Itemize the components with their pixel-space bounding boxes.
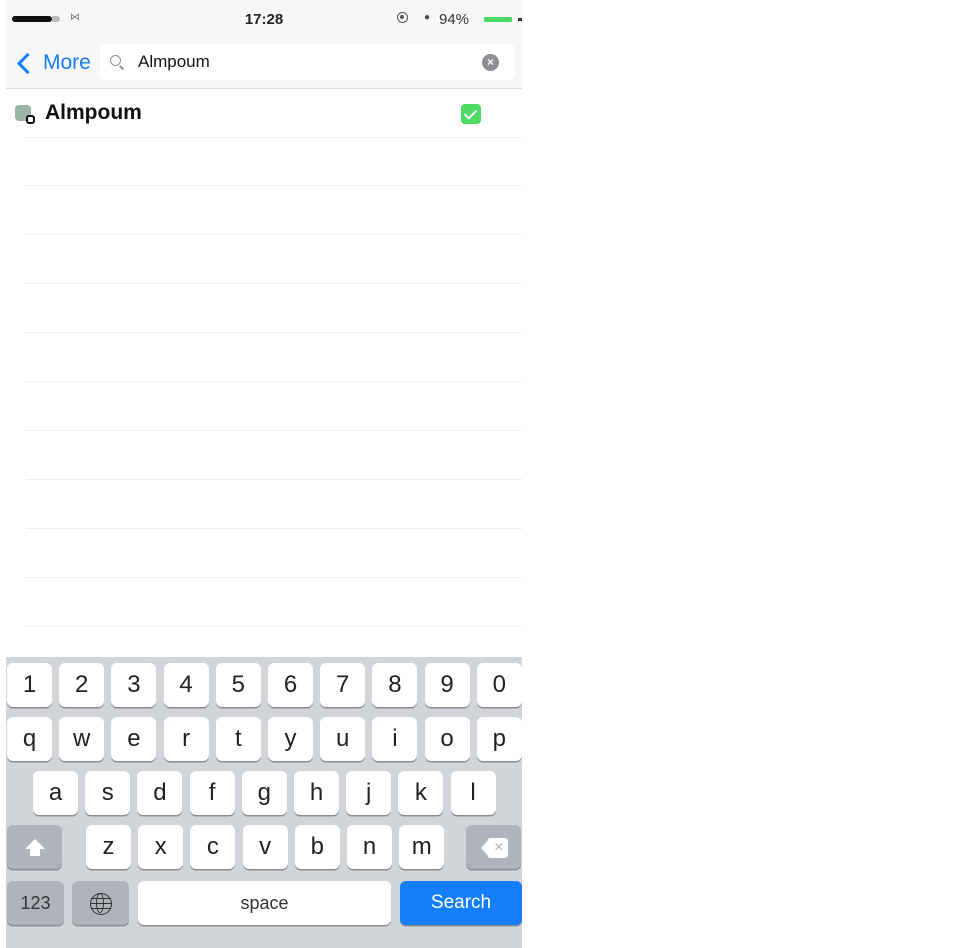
- search-icon: [110, 55, 124, 69]
- key-a[interactable]: a: [33, 771, 78, 815]
- globe-icon: [89, 892, 112, 915]
- key-v[interactable]: v: [242, 825, 288, 869]
- checkbox-checked-icon[interactable]: [461, 104, 481, 124]
- key-9[interactable]: 9: [424, 663, 470, 707]
- key-m[interactable]: m: [399, 825, 445, 869]
- key-b[interactable]: b: [294, 825, 340, 869]
- key-z[interactable]: z: [86, 825, 131, 869]
- key-k[interactable]: k: [398, 771, 444, 815]
- key-r[interactable]: r: [163, 717, 209, 761]
- key-1[interactable]: 1: [7, 663, 52, 707]
- key-w[interactable]: w: [59, 717, 105, 761]
- delete-icon: ×: [480, 837, 508, 858]
- shift-icon: [24, 838, 46, 857]
- delete-key[interactable]: ×: [466, 825, 521, 869]
- clear-search-button[interactable]: ×: [482, 54, 499, 71]
- phone-screen: ⋈ 17:28 ● 94% More × Almpoum 1234567890q…: [6, 0, 522, 948]
- battery-icon: [484, 17, 512, 22]
- location-icon: ●: [424, 12, 431, 23]
- empty-list-row: [26, 431, 522, 480]
- numbers-key[interactable]: 123: [7, 881, 64, 925]
- empty-list-row: [26, 186, 522, 235]
- status-bar: ⋈ 17:28 ● 94%: [6, 0, 522, 40]
- keyboard: 1 2 3 4 5 6 7 8 9 0 q w e r t y u i o p a s d f g h j k l z x c v b n m × 123…: [6, 657, 522, 948]
- delete-x-glyph: ×: [494, 838, 504, 856]
- space-key[interactable]: space: [138, 881, 391, 925]
- key-f[interactable]: f: [189, 771, 235, 815]
- shift-key[interactable]: [7, 825, 62, 869]
- empty-list-row: [26, 284, 522, 333]
- key-4[interactable]: 4: [163, 663, 209, 707]
- key-6[interactable]: 6: [268, 663, 313, 707]
- key-d[interactable]: d: [137, 771, 183, 815]
- nav-bar: More ×: [6, 40, 522, 89]
- key-3[interactable]: 3: [111, 663, 157, 707]
- search-input[interactable]: [138, 52, 438, 72]
- list-item[interactable]: Almpoum: [6, 89, 522, 138]
- key-l[interactable]: l: [450, 771, 496, 815]
- key-8[interactable]: 8: [372, 663, 418, 707]
- key-0[interactable]: 0: [476, 663, 522, 707]
- key-q[interactable]: q: [7, 717, 52, 761]
- key-7[interactable]: 7: [320, 663, 366, 707]
- back-button[interactable]: More: [14, 48, 91, 78]
- battery-percent: 94%: [439, 11, 470, 28]
- app-badge-icon: [26, 115, 35, 124]
- key-5[interactable]: 5: [215, 663, 261, 707]
- battery-tip: [518, 18, 522, 21]
- key-t[interactable]: t: [215, 717, 261, 761]
- search-key[interactable]: Search: [400, 881, 522, 925]
- search-field[interactable]: ×: [100, 44, 515, 80]
- empty-list-row: [26, 137, 522, 186]
- empty-list-row: [26, 333, 522, 382]
- key-i[interactable]: i: [372, 717, 418, 761]
- key-2[interactable]: 2: [59, 663, 105, 707]
- key-u[interactable]: u: [320, 717, 366, 761]
- list-item-title: Almpoum: [45, 101, 142, 124]
- empty-list-row: [26, 382, 522, 431]
- key-h[interactable]: h: [294, 771, 339, 815]
- key-e[interactable]: e: [111, 717, 157, 761]
- empty-list-row: [26, 578, 522, 627]
- results-list: Almpoum: [6, 89, 522, 627]
- key-n[interactable]: n: [347, 825, 392, 869]
- key-o[interactable]: o: [424, 717, 470, 761]
- key-c[interactable]: c: [190, 825, 236, 869]
- key-x[interactable]: x: [138, 825, 184, 869]
- empty-list-row: [26, 235, 522, 284]
- chevron-left-icon: [16, 52, 39, 74]
- key-p[interactable]: p: [476, 717, 522, 761]
- key-g[interactable]: g: [241, 771, 287, 815]
- key-j[interactable]: j: [346, 771, 392, 815]
- back-button-label: More: [43, 51, 91, 74]
- key-y[interactable]: y: [268, 717, 313, 761]
- globe-key[interactable]: [72, 881, 129, 925]
- empty-list-row: [26, 529, 522, 578]
- key-s[interactable]: s: [85, 771, 131, 815]
- rotation-lock-icon: [397, 12, 408, 23]
- empty-list-row: [26, 480, 522, 529]
